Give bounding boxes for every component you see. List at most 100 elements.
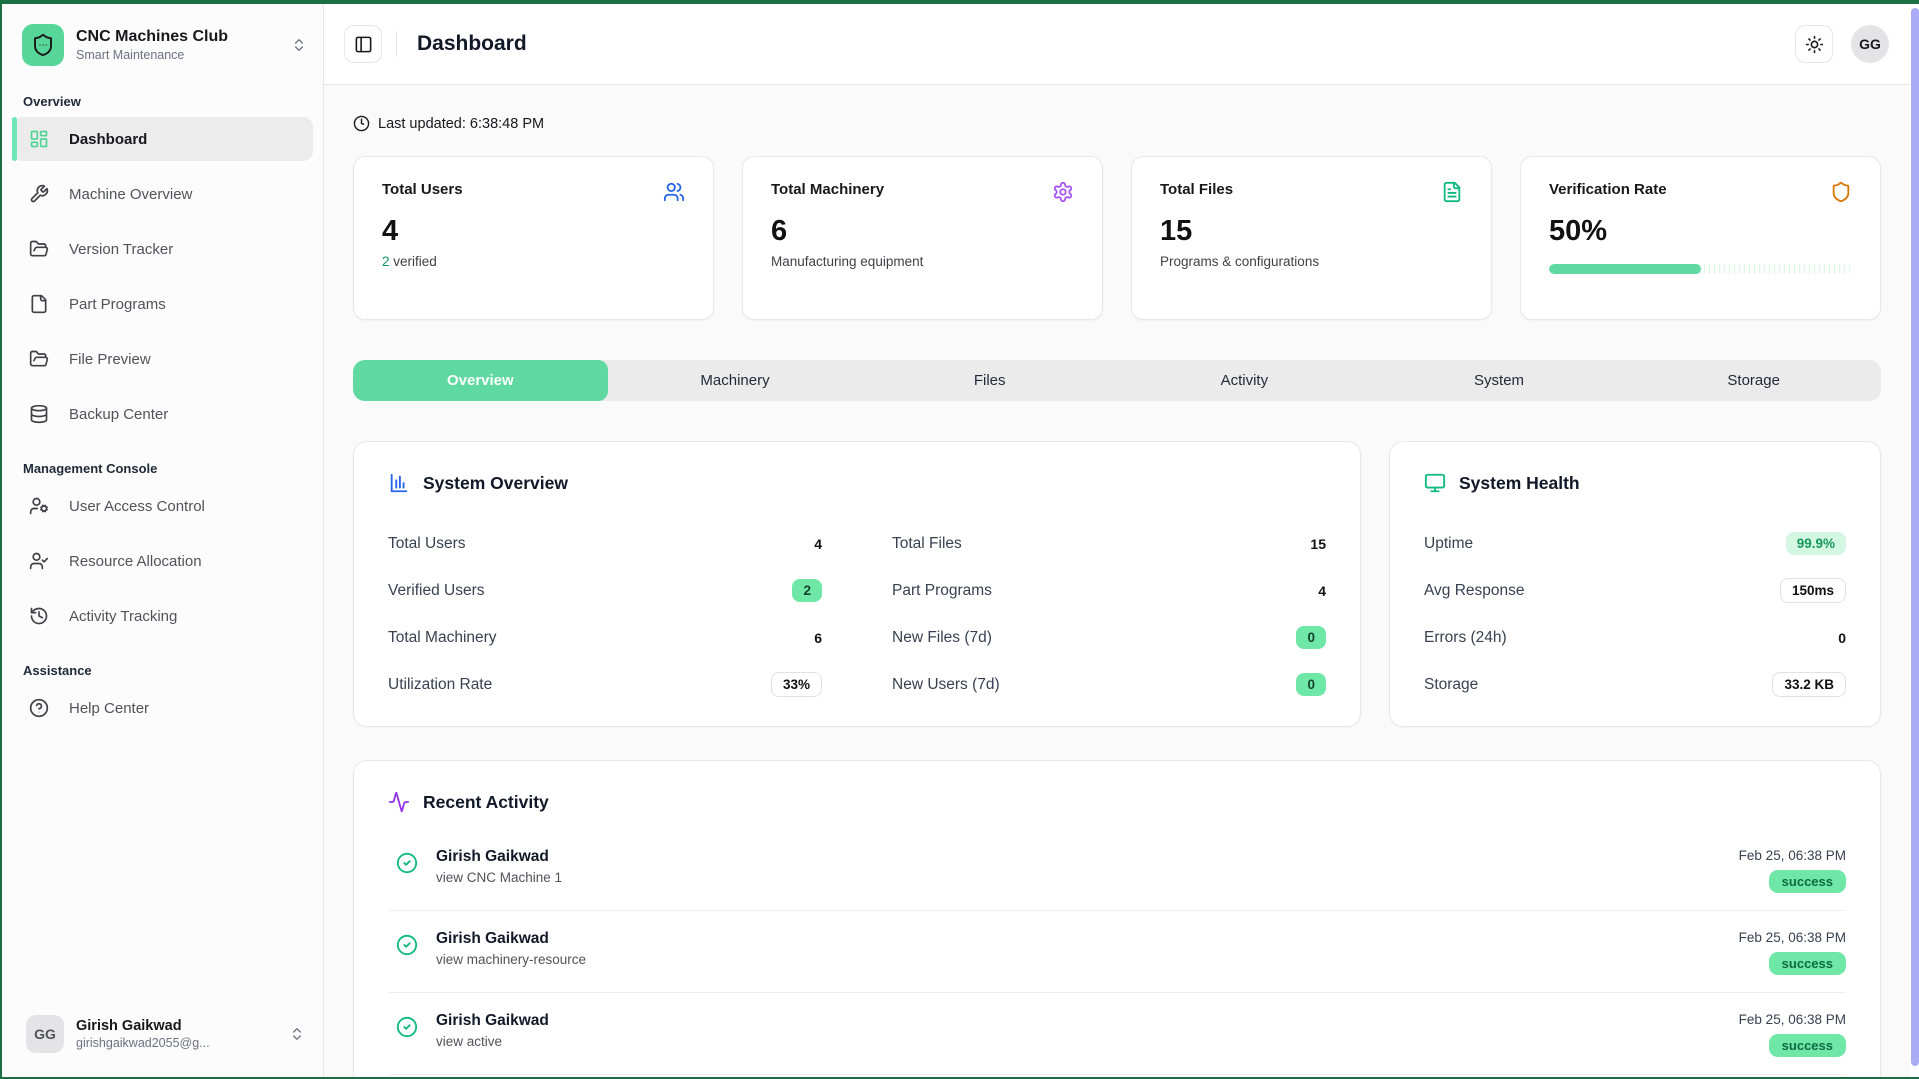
page-title: Dashboard xyxy=(417,32,527,56)
stat-row: Utilization Rate 33% xyxy=(388,661,822,708)
sidebar-item-part-programs[interactable]: Part Programs xyxy=(12,282,313,326)
sidebar-item-version-tracker[interactable]: Version Tracker xyxy=(12,227,313,271)
tab-activity[interactable]: Activity xyxy=(1117,360,1372,401)
stat-card-total-users: Total Users 4 2 verified xyxy=(353,156,714,320)
stat-row-badge: 0 xyxy=(1296,626,1326,649)
tab-system[interactable]: System xyxy=(1372,360,1627,401)
shield-icon xyxy=(1830,181,1852,203)
stat-subtitle: 2 verified xyxy=(382,254,685,269)
stats-row: Total Users 4 2 verified Total Machinery xyxy=(353,156,1881,320)
panel-title: System Health xyxy=(1459,473,1580,494)
activity-action: view machinery-resource xyxy=(436,952,586,967)
panel-title: Recent Activity xyxy=(423,792,549,813)
sidebar-item-dashboard[interactable]: Dashboard xyxy=(12,117,313,161)
sidebar-item-label: Version Tracker xyxy=(69,241,173,258)
stat-row: Total Files 15 xyxy=(892,520,1326,567)
sidebar-item-file-preview[interactable]: File Preview xyxy=(12,337,313,381)
wrench-icon xyxy=(29,184,49,204)
sidebar-item-label: Machine Overview xyxy=(69,186,192,203)
tab-files[interactable]: Files xyxy=(862,360,1117,401)
app-frame: CNC Machines Club Smart Maintenance Over… xyxy=(0,0,1919,1079)
stat-row: Part Programs 4 xyxy=(892,567,1326,614)
stat-row-value: 4 xyxy=(814,536,822,552)
sidebar-item-help-center[interactable]: Help Center xyxy=(12,686,313,730)
user-avatar: GG xyxy=(26,1015,64,1053)
scrollbar-thumb[interactable] xyxy=(1911,8,1919,1066)
sidebar-item-label: Help Center xyxy=(69,700,149,717)
sidebar-item-label: File Preview xyxy=(69,351,151,368)
stat-row-badge: 99.9% xyxy=(1786,532,1846,555)
file-icon xyxy=(29,294,49,314)
activity-time: Feb 25, 06:38 PM xyxy=(1739,848,1846,863)
theme-toggle-button[interactable] xyxy=(1795,25,1833,63)
stat-value: 6 xyxy=(771,215,1074,248)
sidebar-toggle-button[interactable] xyxy=(344,25,382,63)
monitor-icon xyxy=(1424,472,1446,494)
check-circle-icon xyxy=(396,1016,418,1038)
chevrons-up-down-icon xyxy=(291,37,307,53)
status-badge: success xyxy=(1769,952,1846,975)
user-email: girishgaikwad2055@g... xyxy=(76,1036,210,1050)
tab-overview[interactable]: Overview xyxy=(353,360,608,401)
sidebar-item-label: User Access Control xyxy=(69,498,205,515)
folder-open-icon xyxy=(29,239,49,259)
status-badge: success xyxy=(1769,870,1846,893)
stat-label: Total Files xyxy=(1160,181,1233,198)
sidebar-item-backup-center[interactable]: Backup Center xyxy=(12,392,313,436)
dashboard-tabs: Overview Machinery Files Activity System… xyxy=(353,360,1881,401)
active-indicator xyxy=(12,117,17,161)
app-tagline: Smart Maintenance xyxy=(76,48,279,62)
tab-machinery[interactable]: Machinery xyxy=(608,360,863,401)
activity-user: Girish Gaikwad xyxy=(436,930,586,948)
stat-card-total-files: Total Files 15 Programs & configurations xyxy=(1131,156,1492,320)
dashboard-content: Last updated: 6:38:48 PM Total Users 4 2… xyxy=(324,85,1919,1077)
workspace-switcher[interactable]: CNC Machines Club Smart Maintenance xyxy=(2,4,323,80)
gear-icon xyxy=(1052,181,1074,203)
sidebar-item-machine-overview[interactable]: Machine Overview xyxy=(12,172,313,216)
tab-storage[interactable]: Storage xyxy=(1626,360,1881,401)
stat-row: New Users (7d) 0 xyxy=(892,661,1326,708)
sidebar-item-resource-allocation[interactable]: Resource Allocation xyxy=(12,539,313,583)
activity-list-item: Girish Gaikwad view CNC Machine 1 Feb 25… xyxy=(388,829,1846,911)
stat-row: New Files (7d) 0 xyxy=(892,614,1326,661)
sidebar-user-menu[interactable]: GG Girish Gaikwad girishgaikwad2055@g... xyxy=(2,999,323,1077)
panel-left-icon xyxy=(354,35,373,54)
chevrons-up-down-icon xyxy=(289,1026,305,1042)
folder-open-icon xyxy=(29,349,49,369)
activity-action: view CNC Machine 1 xyxy=(436,870,562,885)
stat-card-verification-rate: Verification Rate 50% xyxy=(1520,156,1881,320)
database-icon xyxy=(29,404,49,424)
header-avatar[interactable]: GG xyxy=(1851,25,1889,63)
sidebar-item-label: Part Programs xyxy=(69,296,166,313)
activity-pulse-icon xyxy=(388,791,410,813)
sidebar-item-label: Dashboard xyxy=(69,131,147,148)
system-health-card: System Health Uptime 99.9% Avg Response … xyxy=(1389,441,1881,727)
verification-progress-fill xyxy=(1549,264,1701,274)
stat-value: 50% xyxy=(1549,215,1852,248)
page-scrollbar[interactable] xyxy=(1910,8,1919,1077)
header-divider xyxy=(396,31,397,57)
stat-value: 15 xyxy=(1160,215,1463,248)
stat-row: Verified Users 2 xyxy=(388,567,822,614)
sidebar-item-user-access-control[interactable]: User Access Control xyxy=(12,484,313,528)
status-badge: success xyxy=(1769,1034,1846,1057)
check-circle-icon xyxy=(396,852,418,874)
last-updated-text: Last updated: 6:38:48 PM xyxy=(378,116,544,132)
activity-time: Feb 25, 06:38 PM xyxy=(1739,1012,1846,1027)
stat-label: Verification Rate xyxy=(1549,181,1667,198)
stat-row-value: 0 xyxy=(1838,630,1846,646)
system-overview-col1: Total Users 4 Verified Users 2 Total Mac… xyxy=(388,520,822,708)
sidebar-section-management: Management Console xyxy=(2,447,323,484)
stat-row: Uptime 99.9% xyxy=(1424,520,1846,567)
system-overview-card: System Overview Total Users 4 Verified U… xyxy=(353,441,1361,727)
sidebar-section-overview: Overview xyxy=(2,80,323,117)
stat-row-badge: 0 xyxy=(1296,673,1326,696)
stat-row: Total Machinery 6 xyxy=(388,614,822,661)
sidebar-item-activity-tracking[interactable]: Activity Tracking xyxy=(12,594,313,638)
sidebar-item-label: Backup Center xyxy=(69,406,168,423)
stat-value: 4 xyxy=(382,215,685,248)
app-name: CNC Machines Club xyxy=(76,28,279,46)
stat-row-value: 15 xyxy=(1310,536,1326,552)
stat-row-badge: 33% xyxy=(771,672,822,697)
file-text-icon xyxy=(1441,181,1463,203)
